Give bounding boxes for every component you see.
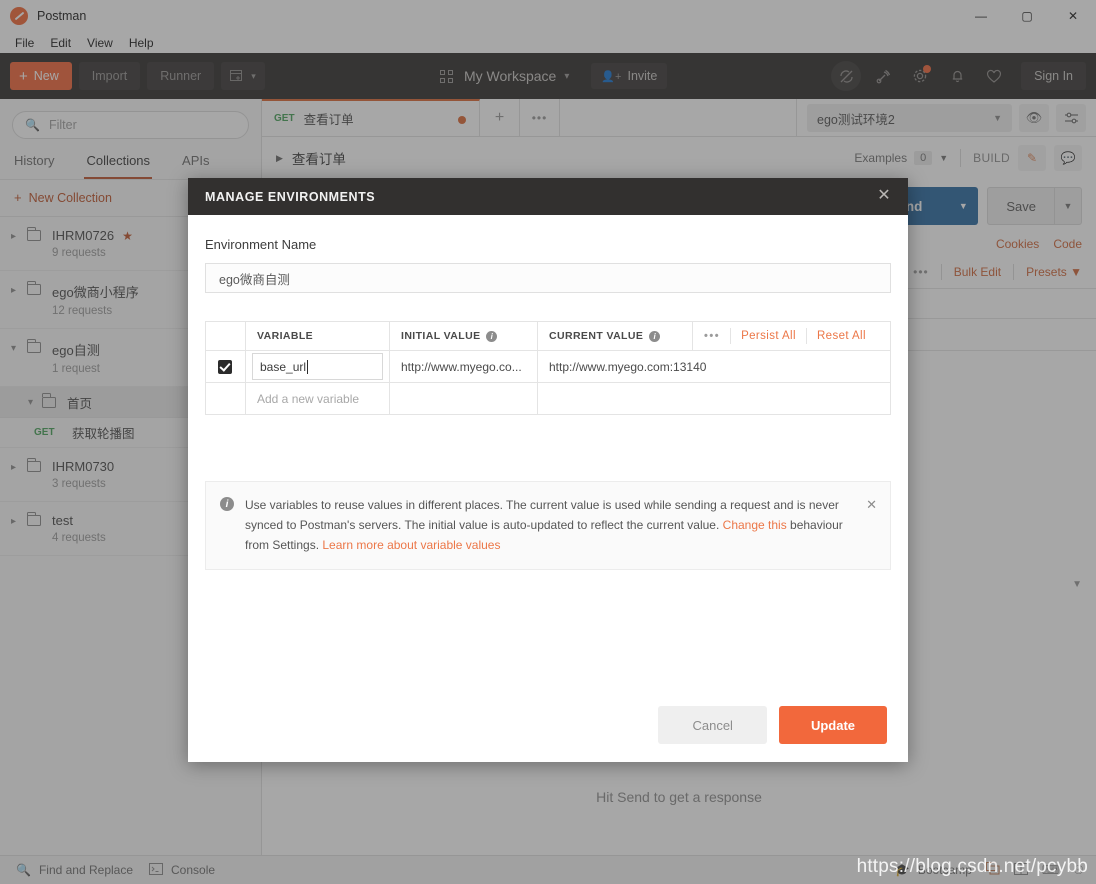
header-checkbox-cell bbox=[206, 322, 246, 350]
new-row-initial-value[interactable] bbox=[390, 383, 538, 414]
change-this-link[interactable]: Change this bbox=[723, 518, 787, 532]
header-variable: VARIABLE bbox=[246, 322, 390, 350]
variables-table: VARIABLE INITIAL VALUE i CURRENT VALUE i… bbox=[205, 321, 891, 415]
header-current-value: CURRENT VALUE i bbox=[538, 322, 693, 350]
environment-name-label: Environment Name bbox=[205, 237, 317, 252]
row-current-value-cell[interactable]: http://www.myego.com:13140 bbox=[538, 351, 890, 382]
cancel-button[interactable]: Cancel bbox=[658, 706, 767, 744]
variables-table-header: VARIABLE INITIAL VALUE i CURRENT VALUE i… bbox=[206, 322, 890, 351]
close-icon[interactable]: ✕ bbox=[866, 497, 877, 513]
variable-enabled-checkbox[interactable] bbox=[218, 359, 232, 374]
header-actions: ••• Persist All Reset All bbox=[693, 322, 890, 350]
text-caret bbox=[307, 359, 309, 374]
new-variable-row: Add a new variable bbox=[206, 383, 890, 415]
variable-row: base_url http://www.myego.co... http://w… bbox=[206, 351, 890, 383]
info-icon: i bbox=[220, 497, 234, 511]
row-initial-value-cell[interactable]: http://www.myego.co... bbox=[390, 351, 538, 382]
info-icon[interactable]: i bbox=[649, 330, 661, 342]
new-row-current-value[interactable] bbox=[538, 383, 890, 414]
info-icon[interactable]: i bbox=[486, 330, 498, 342]
info-banner-text: Use variables to reuse values in differe… bbox=[245, 496, 845, 555]
postman-window: Postman — ▢ ✕ File Edit View Help + New … bbox=[0, 0, 1096, 884]
info-banner: i Use variables to reuse values in diffe… bbox=[205, 481, 891, 571]
divider bbox=[730, 328, 732, 344]
divider bbox=[805, 328, 807, 344]
row-variable-cell: base_url bbox=[246, 351, 390, 382]
environment-name-input[interactable]: ego微商自测 bbox=[205, 263, 891, 293]
new-row-checkbox-cell bbox=[206, 383, 246, 414]
environment-name-value: ego微商自测 bbox=[219, 272, 290, 287]
variable-name-input[interactable]: base_url bbox=[252, 353, 383, 380]
modal-title: MANAGE ENVIRONMENTS bbox=[205, 189, 376, 204]
modal-body: Environment Name ego微商自测 VARIABLE INITIA… bbox=[188, 215, 908, 415]
new-variable-input[interactable]: Add a new variable bbox=[246, 383, 390, 414]
watermark: https://blog.csdn.net/pcybb bbox=[856, 856, 1088, 877]
update-button[interactable]: Update bbox=[778, 706, 887, 744]
learn-more-link[interactable]: Learn more about variable values bbox=[322, 538, 500, 552]
table-options-icon[interactable]: ••• bbox=[704, 330, 720, 342]
row-checkbox-cell bbox=[206, 351, 246, 382]
variable-name-value: base_url bbox=[260, 359, 307, 374]
header-initial-value: INITIAL VALUE i bbox=[390, 322, 538, 350]
manage-environments-modal: MANAGE ENVIRONMENTS ✕ Environment Name e… bbox=[188, 178, 908, 762]
close-icon[interactable]: ✕ bbox=[874, 187, 894, 207]
modal-footer: Cancel Update bbox=[188, 688, 908, 762]
reset-all-link[interactable]: Reset All bbox=[817, 330, 866, 342]
persist-all-link[interactable]: Persist All bbox=[741, 330, 796, 342]
modal-header: MANAGE ENVIRONMENTS ✕ bbox=[188, 178, 908, 215]
